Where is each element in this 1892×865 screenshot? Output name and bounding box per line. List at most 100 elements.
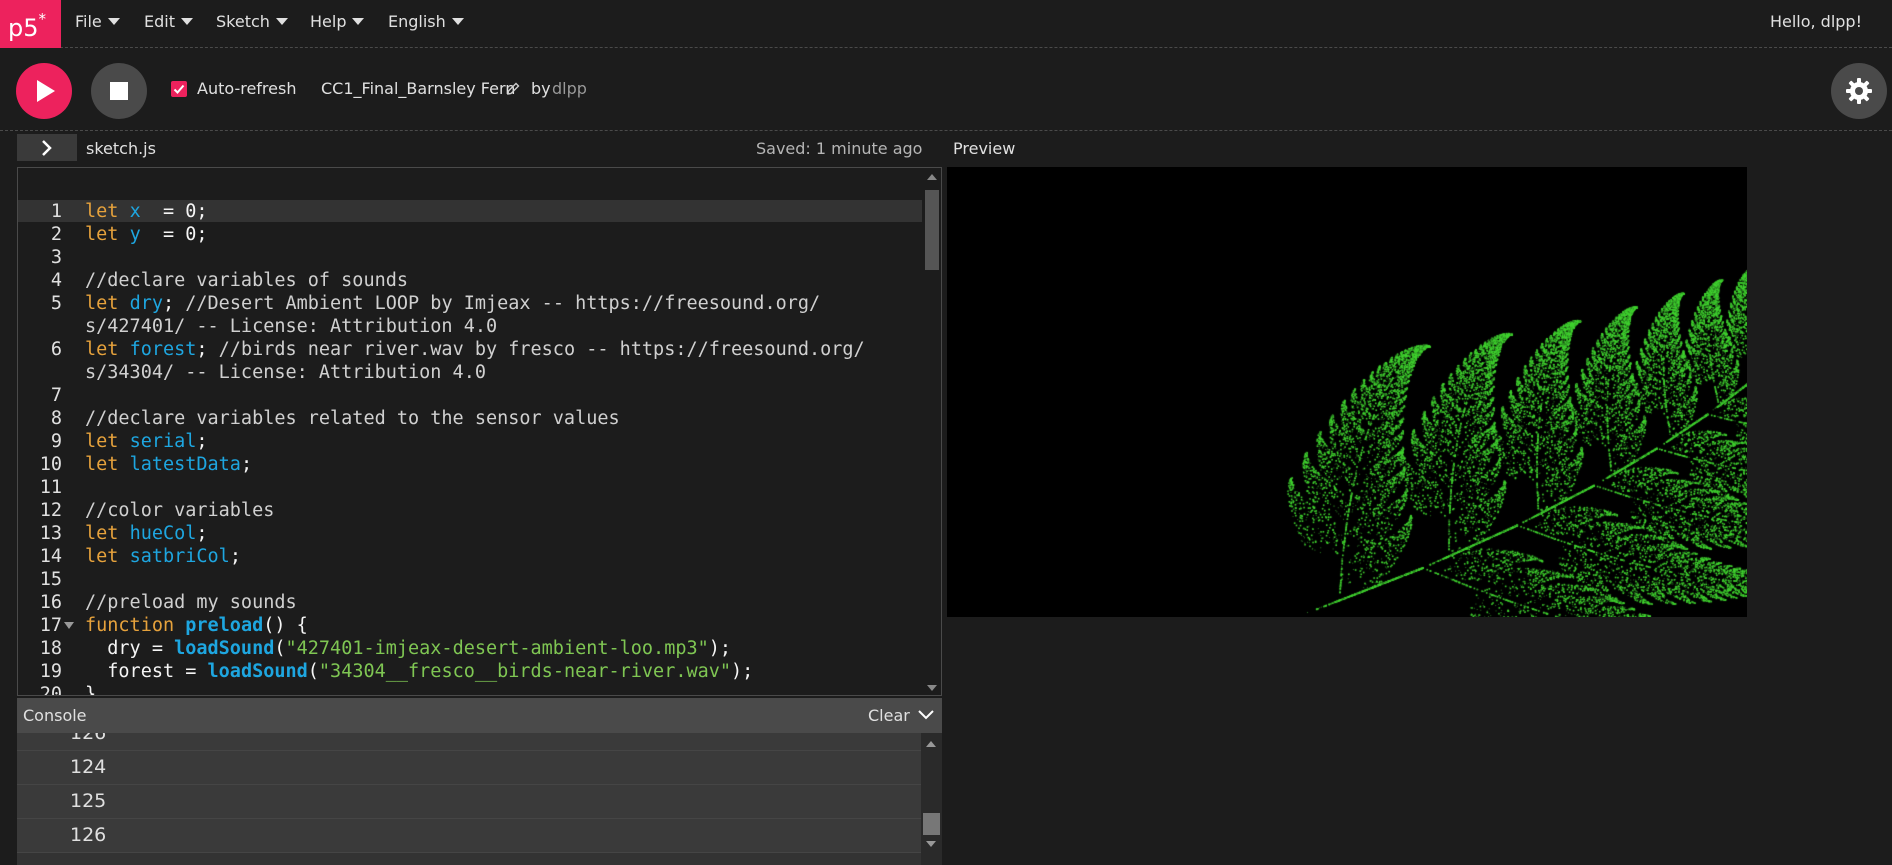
code-line[interactable]: 12 //color variables bbox=[18, 499, 922, 522]
console-scroll-thumb[interactable] bbox=[923, 813, 940, 835]
chevron-down-icon bbox=[275, 18, 288, 25]
menu-file[interactable]: File bbox=[75, 0, 120, 46]
chevron-down-icon bbox=[451, 18, 464, 25]
saved-status: Saved: 1 minute ago bbox=[756, 139, 923, 158]
code-line[interactable]: 14 let satbriCol; bbox=[18, 545, 922, 568]
menu-sketch[interactable]: Sketch bbox=[216, 0, 288, 46]
p5-logo[interactable]: p5* bbox=[0, 0, 61, 48]
code-text: let latestData; bbox=[85, 454, 253, 475]
code-line[interactable]: 4 //declare variables of sounds bbox=[18, 269, 922, 292]
line-number: 18 bbox=[39, 638, 62, 659]
code-text: let forest; //birds near river.wav by fr… bbox=[85, 339, 865, 383]
code-text: function preload() { bbox=[85, 615, 308, 636]
chevron-down-icon[interactable] bbox=[918, 709, 934, 721]
code-text: forest = loadSound("34304__fresco__birds… bbox=[85, 661, 754, 682]
code-line[interactable]: 19 forest = loadSound("34304__fresco__bi… bbox=[18, 660, 922, 683]
menu-edit[interactable]: Edit bbox=[144, 0, 193, 46]
gear-icon bbox=[1846, 78, 1872, 104]
console-row: 126 bbox=[17, 819, 921, 853]
code-text: //preload my sounds bbox=[85, 592, 297, 613]
line-number: 15 bbox=[39, 569, 62, 590]
sketch-title[interactable]: CC1_Final_Barnsley Fern bbox=[321, 79, 515, 98]
line-number: 6 bbox=[50, 339, 62, 360]
chevron-down-icon bbox=[107, 18, 120, 25]
line-number: 20 bbox=[39, 684, 62, 696]
line-number: 10 bbox=[39, 454, 62, 475]
logo-asterisk: * bbox=[38, 10, 47, 28]
code-line[interactable]: 5 let dry; //Desert Ambient LOOP by Imjea… bbox=[18, 292, 922, 338]
console-value: 126 bbox=[70, 733, 107, 744]
console-scrollbar[interactable] bbox=[921, 733, 942, 865]
sketch-preview[interactable] bbox=[947, 167, 1747, 617]
menu-language-label: English bbox=[388, 12, 446, 31]
code-line[interactable]: 7 bbox=[18, 384, 922, 407]
author-link[interactable]: dlpp bbox=[552, 79, 587, 98]
sidebar-toggle-button[interactable] bbox=[17, 134, 77, 161]
chevron-down-icon bbox=[180, 18, 193, 25]
editor-scrollbar[interactable] bbox=[922, 168, 941, 695]
code-line[interactable]: 10 let latestData; bbox=[18, 453, 922, 476]
code-lines[interactable]: 1 let x = 0; 2 let y = 0; 3 4 //declare variab… bbox=[18, 200, 922, 696]
auto-refresh-label[interactable]: Auto-refresh bbox=[197, 79, 296, 98]
code-line[interactable]: 9 let serial; bbox=[18, 430, 922, 453]
scroll-up-icon[interactable] bbox=[927, 174, 937, 180]
fold-arrow-icon[interactable] bbox=[64, 622, 74, 629]
code-line[interactable]: 8 //declare variables related to the sens… bbox=[18, 407, 922, 430]
code-line[interactable]: 13 let hueCol; bbox=[18, 522, 922, 545]
code-line[interactable]: 3 bbox=[18, 246, 922, 269]
line-number: 11 bbox=[39, 477, 62, 498]
code-text: let x = 0; bbox=[85, 201, 208, 222]
line-number: 12 bbox=[39, 500, 62, 521]
console-output[interactable]: 126 124 125 126 bbox=[17, 733, 942, 865]
code-text: dry = loadSound("427401-imjeax-desert-am… bbox=[85, 638, 732, 659]
chevron-right-icon bbox=[42, 140, 52, 156]
code-text: let y = 0; bbox=[85, 224, 208, 245]
code-line[interactable]: 16 //preload my sounds bbox=[18, 591, 922, 614]
check-icon bbox=[173, 84, 185, 94]
menu-sketch-label: Sketch bbox=[216, 12, 270, 31]
menu-language[interactable]: English bbox=[388, 0, 464, 46]
code-line[interactable]: 15 bbox=[18, 568, 922, 591]
menu-help[interactable]: Help bbox=[310, 0, 365, 46]
code-text: } bbox=[85, 684, 97, 696]
auto-refresh-checkbox[interactable] bbox=[171, 81, 187, 97]
console-row: 125 bbox=[17, 785, 921, 819]
scroll-down-icon[interactable] bbox=[926, 841, 936, 847]
editor-scroll-thumb[interactable] bbox=[925, 190, 939, 270]
code-line[interactable]: 6 let forest; //birds near river.wav by f… bbox=[18, 338, 922, 384]
user-greeting[interactable]: Hello, dlpp! bbox=[1770, 0, 1862, 44]
pencil-icon[interactable] bbox=[507, 82, 520, 95]
logo-text: p5 bbox=[8, 14, 39, 42]
scroll-down-icon[interactable] bbox=[927, 685, 937, 691]
barnsley-fern-canvas[interactable] bbox=[947, 167, 1747, 617]
code-text: //declare variables of sounds bbox=[85, 270, 409, 291]
stop-button[interactable] bbox=[91, 63, 147, 119]
menu-edit-label: Edit bbox=[144, 12, 175, 31]
console-value: 124 bbox=[70, 756, 107, 778]
console-value: 126 bbox=[70, 824, 107, 846]
preview-label: Preview bbox=[953, 139, 1016, 158]
settings-button[interactable] bbox=[1831, 63, 1887, 119]
code-line[interactable]: 11 bbox=[18, 476, 922, 499]
line-number: 13 bbox=[39, 523, 62, 544]
scroll-up-icon[interactable] bbox=[926, 741, 936, 747]
code-text: let serial; bbox=[85, 431, 208, 452]
menu-bar: p5* File Edit Sketch Help English Hello,… bbox=[0, 0, 1892, 48]
code-line[interactable]: 18 dry = loadSound("427401-imjeax-desert… bbox=[18, 637, 922, 660]
code-line[interactable]: 17 function preload() { bbox=[18, 614, 922, 637]
code-line[interactable]: 20} bbox=[18, 683, 922, 696]
toolbar: Auto-refresh CC1_Final_Barnsley Fern by … bbox=[0, 48, 1892, 131]
code-line[interactable]: 1 let x = 0; bbox=[18, 200, 922, 223]
line-number: 16 bbox=[39, 592, 62, 613]
code-editor[interactable]: 1 let x = 0; 2 let y = 0; 3 4 //declare variab… bbox=[17, 167, 942, 696]
play-icon bbox=[37, 80, 55, 102]
line-number: 14 bbox=[39, 546, 62, 567]
code-text: let dry; //Desert Ambient LOOP by Imjeax… bbox=[85, 293, 821, 337]
line-number: 1 bbox=[50, 201, 62, 222]
stop-icon bbox=[110, 82, 128, 100]
line-number: 4 bbox=[50, 270, 62, 291]
play-button[interactable] bbox=[16, 63, 72, 119]
console-clear-button[interactable]: Clear bbox=[868, 706, 910, 725]
file-name-tab[interactable]: sketch.js bbox=[86, 139, 156, 158]
code-line[interactable]: 2 let y = 0; bbox=[18, 223, 922, 246]
